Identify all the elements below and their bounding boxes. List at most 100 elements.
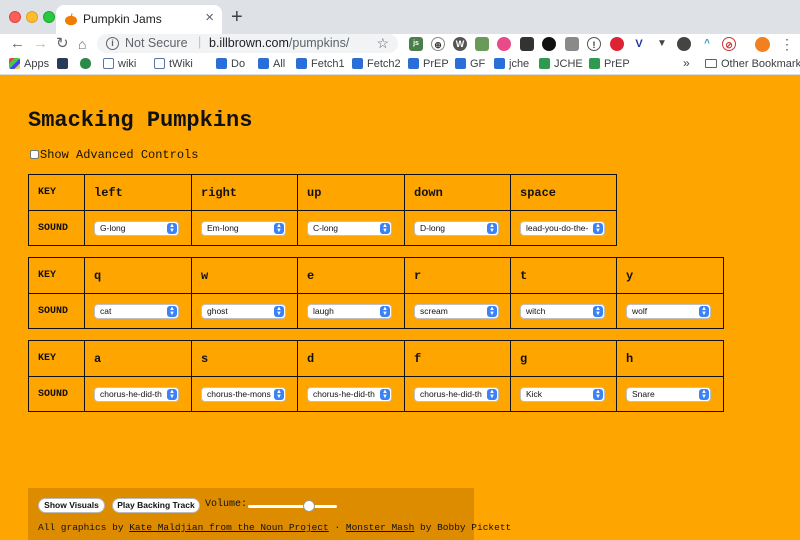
new-tab-button[interactable]: + bbox=[231, 6, 243, 28]
bookmark-jche-sheet[interactable]: JCHE bbox=[539, 58, 583, 70]
bookmark-gf[interactable]: GF bbox=[455, 58, 485, 70]
sound-header: SOUND bbox=[28, 210, 85, 246]
record-extension-icon[interactable] bbox=[542, 37, 556, 51]
sound-cell: chorus-he-did-th ▲ ▼ bbox=[84, 376, 192, 412]
select-arrows-icon: ▲ ▼ bbox=[167, 388, 177, 400]
sheet-icon bbox=[539, 58, 550, 69]
forward-arrow-icon[interactable]: → bbox=[33, 35, 48, 53]
tool-extension-icon[interactable] bbox=[520, 37, 534, 51]
info-icon[interactable]: i bbox=[106, 37, 119, 50]
sound-cell: chorus-he-did-th ▲ ▼ bbox=[404, 376, 511, 412]
home-icon[interactable]: ⌂ bbox=[78, 35, 86, 53]
browser-tab[interactable]: Pumpkin Jams × bbox=[56, 5, 222, 34]
controls-footer: Show Visuals Play Backing Track Volume: … bbox=[28, 488, 511, 540]
page-icon bbox=[154, 58, 165, 69]
window-close-button[interactable] bbox=[9, 11, 21, 23]
bookmark-jche[interactable]: jche bbox=[494, 58, 529, 70]
bookmark-all[interactable]: All bbox=[258, 58, 285, 70]
back-arrow-icon[interactable]: ← bbox=[10, 35, 25, 53]
sound-select[interactable]: Kick ▲ ▼ bbox=[520, 386, 605, 402]
sound-select[interactable]: G-long ▲ ▼ bbox=[94, 220, 179, 236]
credits: All graphics by Kate Maldjian from the N… bbox=[38, 522, 511, 533]
sound-select[interactable]: C-long ▲ ▼ bbox=[307, 220, 392, 236]
wayback-extension-icon[interactable]: W bbox=[453, 37, 467, 51]
bookmark-label: All bbox=[273, 58, 286, 70]
bookmark-shield[interactable] bbox=[80, 58, 95, 70]
sound-select[interactable]: cat ▲ ▼ bbox=[94, 303, 179, 319]
sound-select[interactable]: Em-long ▲ ▼ bbox=[201, 220, 286, 236]
bookmark-fetch2[interactable]: Fetch2 bbox=[352, 58, 401, 70]
show-visuals-button[interactable]: Show Visuals bbox=[38, 498, 105, 513]
sound-select[interactable]: witch ▲ ▼ bbox=[520, 303, 605, 319]
reload-icon[interactable]: ↻ bbox=[56, 35, 69, 53]
other-bookmarks[interactable]: Other Bookmarks bbox=[705, 58, 800, 70]
bookmark-wiki[interactable]: wiki bbox=[103, 58, 136, 70]
advanced-controls-checkbox[interactable] bbox=[30, 150, 39, 159]
tab-title: Pumpkin Jams bbox=[83, 12, 162, 26]
filter-extension-icon[interactable]: ▼ bbox=[655, 37, 669, 51]
bookmarks-overflow-button[interactable]: » bbox=[683, 56, 690, 70]
sound-select-value: chorus-he-did-th bbox=[100, 388, 162, 399]
sheet-extension-icon[interactable] bbox=[475, 37, 489, 51]
advanced-controls-toggle[interactable]: Show Advanced Controls bbox=[30, 148, 198, 162]
window-minimize-button[interactable] bbox=[26, 11, 38, 23]
sound-header: SOUND bbox=[28, 293, 85, 329]
menu-kebab-icon[interactable]: ⋮ bbox=[780, 35, 794, 53]
sound-select[interactable]: Snare ▲ ▼ bbox=[626, 386, 711, 402]
apps-grid-icon bbox=[9, 58, 20, 69]
sound-select[interactable]: chorus-he-did-th ▲ ▼ bbox=[414, 386, 499, 402]
volume-slider-thumb[interactable] bbox=[302, 500, 315, 512]
volume-slider[interactable] bbox=[248, 505, 337, 508]
key-name: down bbox=[404, 174, 511, 211]
key-name: e bbox=[297, 257, 405, 294]
color-extension-icon[interactable] bbox=[497, 37, 511, 51]
sound-cell: G-long ▲ ▼ bbox=[84, 210, 192, 246]
sound-select-value: G-long bbox=[100, 222, 126, 233]
profile-avatar[interactable] bbox=[755, 37, 770, 52]
sound-select[interactable]: wolf ▲ ▼ bbox=[626, 303, 711, 319]
block-extension-icon[interactable]: ⊘ bbox=[722, 37, 736, 51]
sound-select[interactable]: lead-you-do-the- ▲ ▼ bbox=[520, 220, 605, 236]
key-name: h bbox=[616, 340, 724, 377]
info-extension-icon[interactable]: ! bbox=[587, 37, 601, 51]
bookmark-twiki[interactable]: tWiki bbox=[154, 58, 193, 70]
sound-select-value: D-long bbox=[420, 222, 446, 233]
bookmark-do[interactable]: Do bbox=[216, 58, 245, 70]
sound-select[interactable]: laugh ▲ ▼ bbox=[307, 303, 392, 319]
bookmark-label: Fetch2 bbox=[367, 58, 401, 70]
sound-select[interactable]: chorus-he-did-th ▲ ▼ bbox=[94, 386, 179, 402]
extension-icon[interactable]: ⊕ bbox=[431, 37, 445, 51]
monster-mash-link[interactable]: Monster Mash bbox=[346, 522, 414, 533]
v-extension-icon[interactable]: V bbox=[632, 37, 646, 51]
tab-close-icon[interactable]: × bbox=[205, 10, 214, 26]
bookmark-label: Apps bbox=[24, 58, 50, 70]
sound-select[interactable]: ghost ▲ ▼ bbox=[201, 303, 286, 319]
key-header: KEY bbox=[28, 340, 85, 377]
sound-select[interactable]: scream ▲ ▼ bbox=[414, 303, 499, 319]
window-zoom-button[interactable] bbox=[43, 11, 55, 23]
bookmark-star-icon[interactable]: ☆ bbox=[376, 35, 389, 52]
sound-select[interactable]: chorus-he-did-th ▲ ▼ bbox=[307, 386, 392, 402]
key-name: f bbox=[404, 340, 511, 377]
sync-extension-icon[interactable] bbox=[677, 37, 691, 51]
address-bar[interactable]: i Not Secure | b.illbrown.com/pumpkins/ … bbox=[97, 34, 398, 53]
sound-select[interactable]: chorus-the-mons ▲ ▼ bbox=[201, 386, 286, 402]
bookmark-terminal[interactable] bbox=[57, 58, 72, 70]
jira-icon bbox=[216, 58, 227, 69]
rgb-extension-icon[interactable] bbox=[610, 37, 624, 51]
play-backing-track-button[interactable]: Play Backing Track bbox=[112, 498, 200, 513]
noun-project-link[interactable]: Kate Maldjian from the Noun Project bbox=[129, 522, 329, 533]
select-arrows-icon: ▲ ▼ bbox=[380, 305, 390, 317]
bookmark-fetch1[interactable]: Fetch1 bbox=[296, 58, 345, 70]
terminal-icon bbox=[57, 58, 68, 69]
bookmark-prep[interactable]: PrEP bbox=[408, 58, 449, 70]
sound-cell: C-long ▲ ▼ bbox=[297, 210, 405, 246]
sheet-icon bbox=[589, 58, 600, 69]
jira-icon bbox=[408, 58, 419, 69]
bookmark-apps[interactable]: Apps bbox=[9, 58, 49, 70]
js-extension-icon[interactable]: js bbox=[409, 37, 423, 51]
camera-extension-icon[interactable] bbox=[565, 37, 579, 51]
sound-select[interactable]: D-long ▲ ▼ bbox=[414, 220, 499, 236]
bookmark-prep-sheet[interactable]: PrEP bbox=[589, 58, 630, 70]
arch-extension-icon[interactable]: ^ bbox=[700, 37, 714, 51]
